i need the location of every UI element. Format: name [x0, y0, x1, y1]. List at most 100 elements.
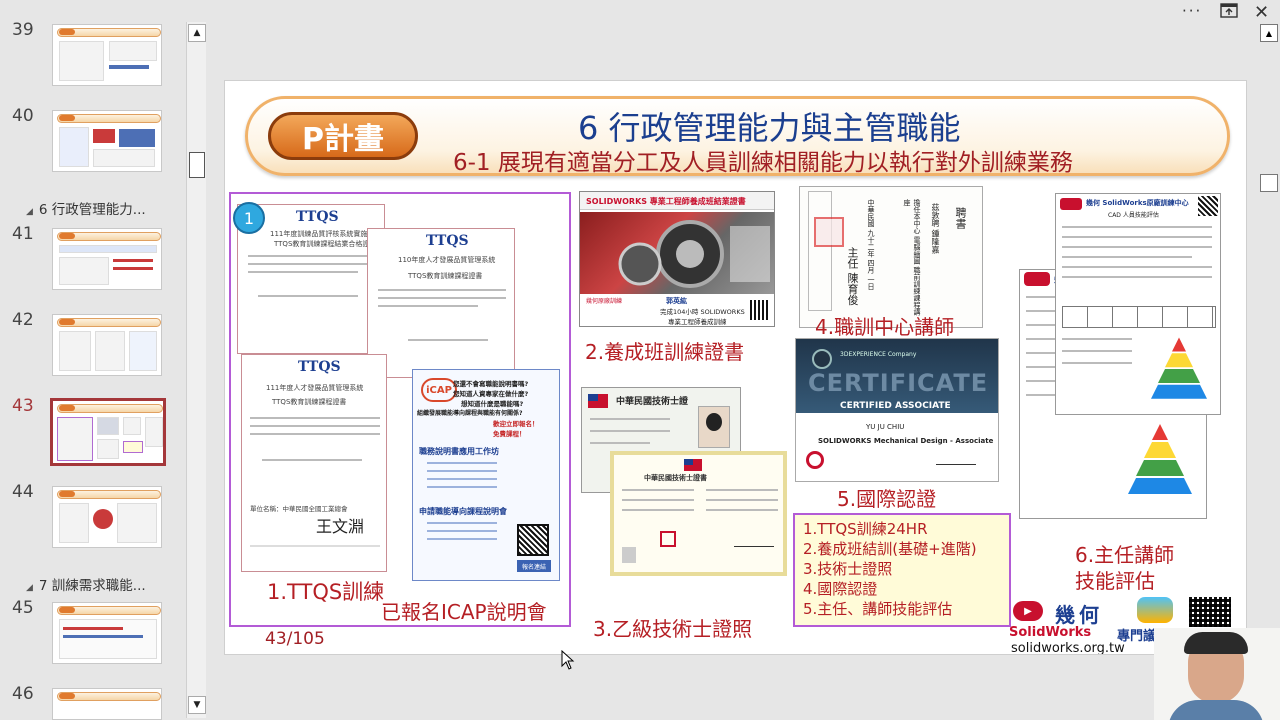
slide-subtitle[interactable]: 6-1 展現有適當分工及人員訓練相關能力以執行對外訓練業務	[453, 143, 1073, 177]
photo-avatar	[622, 547, 636, 563]
training-certificate-caption: 2.養成班訓練證書	[585, 340, 745, 364]
appointment-text: 擔任本中心 電腦繪圖 職前訓練課程講座	[903, 199, 921, 316]
gear-image	[580, 212, 774, 294]
summary-box[interactable]: 1.TTQS訓練24HR 2.養成班結訓(基礎+進階) 3.技術士證照 4.國際…	[793, 513, 1011, 627]
scroll-thumb[interactable]	[189, 152, 205, 178]
slide-editor-area[interactable]: ··· ✕ ▲ P計畫 6 行政管理能力與主管職能 6-1 展現有適當分工及人員…	[206, 0, 1280, 720]
thumbnail-number: 42	[12, 310, 34, 330]
slide-thumbnail-active[interactable]	[50, 398, 166, 466]
scroll-up-button[interactable]: ▲	[188, 24, 206, 42]
appointment-letter[interactable]: 聘書 茲敦聘 鍾隆嘉 擔任本中心 電腦繪圖 職前訓練課程講座 中華民國 九十二年…	[799, 186, 983, 328]
qr-code-icon	[1198, 196, 1218, 216]
slide-thumbnail[interactable]	[52, 228, 162, 290]
scroll-down-button[interactable]: ▼	[188, 696, 206, 714]
scroll-up-button[interactable]: ▲	[1260, 24, 1278, 42]
doc-subtitle: TTQS教育訓練課程證書	[272, 398, 347, 406]
flyer-section: 職務說明書應用工作坊	[419, 447, 499, 456]
section-header[interactable]: ◢ 7 訓練需求職能...	[26, 574, 146, 594]
thumbnail-number: 39	[12, 20, 34, 40]
cert-name: YU JU CHIU	[866, 423, 905, 431]
cert-brand: 3DEXPERIENCE Company	[840, 351, 917, 358]
cert-course: SOLIDWORKS Mechanical Design - Associate	[818, 437, 994, 445]
summary-item: 1.TTQS訓練24HR	[803, 520, 928, 538]
sheet-header: 幾何 SolidWorks原廠訓練中心	[1086, 199, 1189, 207]
training-certificate[interactable]: SOLIDWORKS 專業工程師養成班結業證書 幾何原廠訓練 郭英紘 完成104…	[579, 191, 775, 327]
current-slide[interactable]: P計畫 6 行政管理能力與主管職能 6-1 展現有適當分工及人員訓練相關能力以執…	[224, 80, 1247, 655]
international-certificate[interactable]: 3DEXPERIENCE Company CERTIFICATE CERTIFI…	[795, 338, 999, 482]
brand-english: SolidWorks	[1009, 625, 1092, 640]
doc-subtitle: TTQS教育訓練課程證書	[408, 272, 483, 280]
qr-code-icon	[1189, 597, 1231, 627]
ttqs-logo: TTQS	[426, 233, 469, 249]
section-label: 7 訓練需求職能...	[38, 578, 146, 594]
section-header[interactable]: ◢ 6 行政管理能力...	[26, 198, 146, 218]
ttqs-caption: 1.TTQS訓練	[267, 580, 385, 604]
seal-stamp	[660, 531, 676, 547]
scroll-thumb[interactable]	[1260, 174, 1278, 192]
cert-line: 專業工程師養成訓練	[668, 318, 727, 326]
qr-code-icon	[517, 524, 549, 556]
assessment-caption-line2: 技能評估	[1075, 569, 1155, 593]
ttqs-group[interactable]: TTQS 111年度訓練品質評核系統實施計 TTQS教育訓練課程結業合格證書 1…	[229, 192, 571, 627]
slide-thumbnail-panel[interactable]: 39 40 ◢ 6 行政管理能力... 41 42 43 44 ◢ 7 訓練需求…	[0, 0, 188, 720]
thumbnail-number: 44	[12, 482, 34, 502]
register-link-button: 報名連結	[517, 560, 551, 572]
brand-url[interactable]: solidworks.org.tw	[1011, 641, 1125, 654]
icap-flyer[interactable]: iCAP 您還不會寫職能說明書嗎? 您知道人資專家在做什麼? 想知道什麼是職能嗎…	[412, 369, 560, 581]
flyer-question: 免費課程！	[493, 430, 526, 438]
international-caption: 5.國際認證	[837, 487, 937, 511]
ttqs-logo: TTQS	[296, 209, 339, 225]
ttqs-certificate-2[interactable]: TTQS 110年度人才發展品質管理系統 TTQS教育訓練課程證書	[367, 228, 515, 378]
doc-title: 111年度人才發展品質管理系統	[266, 384, 364, 392]
slide-thumbnail[interactable]	[52, 24, 162, 86]
title-banner: P計畫 6 行政管理能力與主管職能 6-1 展現有適當分工及人員訓練相關能力以執…	[245, 96, 1230, 176]
photo-avatar	[698, 406, 730, 448]
close-icon[interactable]: ✕	[1254, 2, 1269, 23]
slide-thumbnail[interactable]	[52, 688, 162, 720]
page-counter: 43/105	[265, 629, 325, 649]
cert-banner: CERTIFIED ASSOCIATE	[840, 401, 951, 411]
doc-title: 110年度人才發展品質管理系統	[398, 256, 496, 264]
summary-item: 2.養成班結訓(基礎+進階)	[803, 540, 977, 558]
restore-icon[interactable]	[1220, 2, 1238, 22]
technician-certificate[interactable]: 中華民國技術士證書	[610, 451, 787, 576]
assessment-caption-line1: 6.主任講師	[1075, 543, 1175, 567]
ttqs-certificate-3[interactable]: TTQS 111年度人才發展品質管理系統 TTQS教育訓練課程證書 單位名稱：中…	[241, 354, 387, 572]
flyer-question: 組織發展職能導向課程與職能有何關係?	[417, 410, 523, 417]
slide-thumbnail[interactable]	[52, 486, 162, 548]
thumbnail-number: 41	[12, 224, 34, 244]
thumbnail-number: 46	[12, 684, 34, 704]
brand-logo-icon: ▶	[1013, 601, 1043, 621]
signer-org: 單位名稱：中華民國全國工業總會	[250, 505, 348, 513]
brand-logo-icon	[1024, 272, 1050, 286]
summary-item: 4.國際認證	[803, 580, 878, 598]
flyer-question: 您還不會寫職能說明書嗎?	[453, 380, 529, 388]
brand-logo-icon	[806, 451, 824, 469]
signature	[936, 457, 976, 465]
more-icon[interactable]: ···	[1182, 2, 1202, 20]
sheet-subtitle: CAD 人員技能評估	[1108, 212, 1159, 219]
slide-thumbnail[interactable]	[52, 314, 162, 376]
pyramid-chart	[1151, 337, 1207, 399]
presentation-app: 39 40 ◢ 6 行政管理能力... 41 42 43 44 ◢ 7 訓練需求…	[0, 0, 1280, 720]
flyer-question: 想知道什麼是職能嗎?	[461, 400, 524, 408]
thumbnail-number: 40	[12, 106, 34, 126]
signature	[734, 535, 774, 547]
icap-logo: iCAP	[421, 378, 457, 402]
slide-thumbnail[interactable]	[52, 110, 162, 172]
certificate-title: 中華民國技術士證書	[644, 474, 707, 482]
brand-logo-icon	[1060, 198, 1082, 210]
thumbnail-scrollbar[interactable]: ▲ ▼	[186, 22, 206, 718]
flyer-question: 您知道人資專家在做什麼?	[453, 390, 529, 398]
brand-name: 幾何	[1055, 603, 1103, 627]
slide-thumbnail[interactable]	[52, 602, 162, 664]
technician-caption: 3.乙級技術士證照	[593, 617, 753, 641]
cert-header: SOLIDWORKS 專業工程師養成班結業證書	[586, 197, 746, 206]
skill-assessment-sheet-front[interactable]: 幾何 SolidWorks原廠訓練中心 CAD 人員技能評估	[1055, 193, 1221, 415]
presenter-video	[1154, 628, 1280, 720]
score-table	[1062, 306, 1216, 328]
cert-name: 郭英紘	[666, 297, 687, 305]
pyramid-chart	[1128, 424, 1192, 494]
brand-mascot-icon	[1137, 597, 1173, 623]
appointment-text: 茲敦聘 鍾隆嘉	[931, 203, 940, 254]
